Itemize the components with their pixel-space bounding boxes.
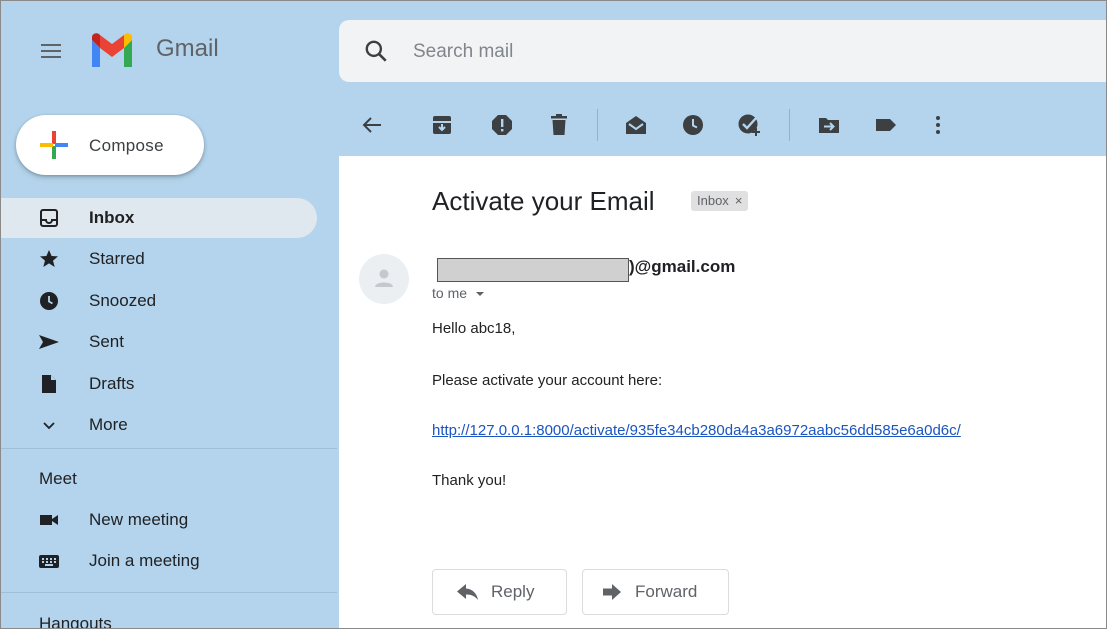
compose-label: Compose [89, 136, 164, 155]
label-icon[interactable] [874, 113, 898, 137]
sidebar-item-more[interactable]: More [1, 405, 317, 445]
sidebar-item-new-meeting[interactable]: New meeting [1, 500, 317, 540]
snooze-icon[interactable] [681, 113, 705, 137]
keyboard-icon [39, 555, 59, 568]
sidebar-divider [1, 592, 337, 593]
search-icon[interactable] [363, 38, 389, 64]
toolbar-separator [597, 109, 598, 141]
sidebar-divider [1, 448, 337, 449]
search-input[interactable] [411, 34, 1015, 70]
email-view: Activate your Email Inbox × )@gmail.com t… [339, 156, 1106, 628]
sidebar-item-label: More [89, 415, 128, 434]
meet-section-title: Meet [39, 469, 77, 488]
label-chip-text: Inbox [697, 193, 729, 208]
sidebar-item-drafts[interactable]: Drafts [1, 364, 317, 404]
inbox-icon [40, 209, 58, 227]
more-vert-icon[interactable] [926, 113, 950, 137]
email-instruction: Please activate your account here: [432, 372, 663, 389]
person-icon [375, 269, 393, 287]
sidebar-item-label: Join a meeting [89, 551, 200, 570]
email-closing: Thank you! [432, 472, 507, 489]
reply-label: Reply [491, 582, 535, 601]
gmail-brand-text[interactable]: Gmail [156, 35, 219, 63]
forward-label: Forward [635, 582, 698, 601]
sender-avatar[interactable] [359, 254, 409, 304]
sidebar-item-sent[interactable]: Sent [1, 322, 317, 362]
sidebar-item-label: Starred [89, 249, 145, 268]
send-icon [39, 335, 59, 349]
sidebar-item-inbox[interactable]: Inbox [1, 198, 317, 238]
email-greeting: Hello abc18, [432, 320, 516, 337]
archive-icon[interactable] [430, 113, 454, 137]
chevron-down-icon [43, 422, 55, 430]
main-menu-button[interactable] [39, 41, 63, 61]
sender-email-suffix: )@gmail.com [629, 257, 736, 276]
report-spam-icon[interactable] [490, 113, 514, 137]
message-toolbar [339, 95, 1106, 155]
move-to-icon[interactable] [817, 113, 841, 137]
draft-icon [42, 375, 56, 393]
add-task-icon[interactable] [737, 113, 761, 137]
recipient-details[interactable]: to me [432, 285, 485, 301]
sidebar-item-snoozed[interactable]: Snoozed [1, 281, 317, 321]
forward-button[interactable]: Forward [582, 569, 729, 615]
inbox-label-chip[interactable]: Inbox × [691, 191, 749, 211]
caret-down-icon [475, 292, 484, 296]
compose-button[interactable]: Compose [16, 115, 204, 175]
email-subject: Activate your Email [432, 186, 655, 216]
reply-icon [457, 584, 478, 600]
sidebar-item-label: Inbox [89, 208, 135, 227]
recipient-text: to me [432, 285, 468, 301]
search-bar[interactable] [339, 20, 1106, 82]
compose-plus-icon [40, 131, 68, 159]
delete-icon[interactable] [547, 113, 571, 137]
hangouts-section-title: Hangouts [39, 614, 112, 629]
clock-icon [40, 292, 58, 310]
toolbar-separator [789, 109, 790, 141]
redacted-sender-name [437, 258, 629, 282]
gmail-window: Gmail Compose Inbox Starred [0, 0, 1107, 629]
forward-icon [603, 584, 621, 600]
sidebar-item-label: Sent [89, 332, 124, 351]
mark-unread-icon[interactable] [624, 113, 648, 137]
reply-button[interactable]: Reply [432, 569, 567, 615]
star-icon [40, 250, 58, 267]
gmail-logo-icon [92, 33, 132, 67]
sidebar-item-starred[interactable]: Starred [1, 239, 317, 279]
back-arrow-icon[interactable] [361, 113, 385, 137]
remove-label-icon[interactable]: × [735, 193, 743, 208]
sidebar-item-label: Drafts [89, 374, 135, 393]
activation-link[interactable]: http://127.0.0.1:8000/activate/935fe34cb… [432, 422, 961, 439]
sidebar-item-label: New meeting [89, 510, 189, 529]
sidebar-item-label: Snoozed [89, 291, 157, 310]
sidebar-item-join-meeting[interactable]: Join a meeting [1, 541, 317, 581]
video-icon [40, 515, 58, 525]
